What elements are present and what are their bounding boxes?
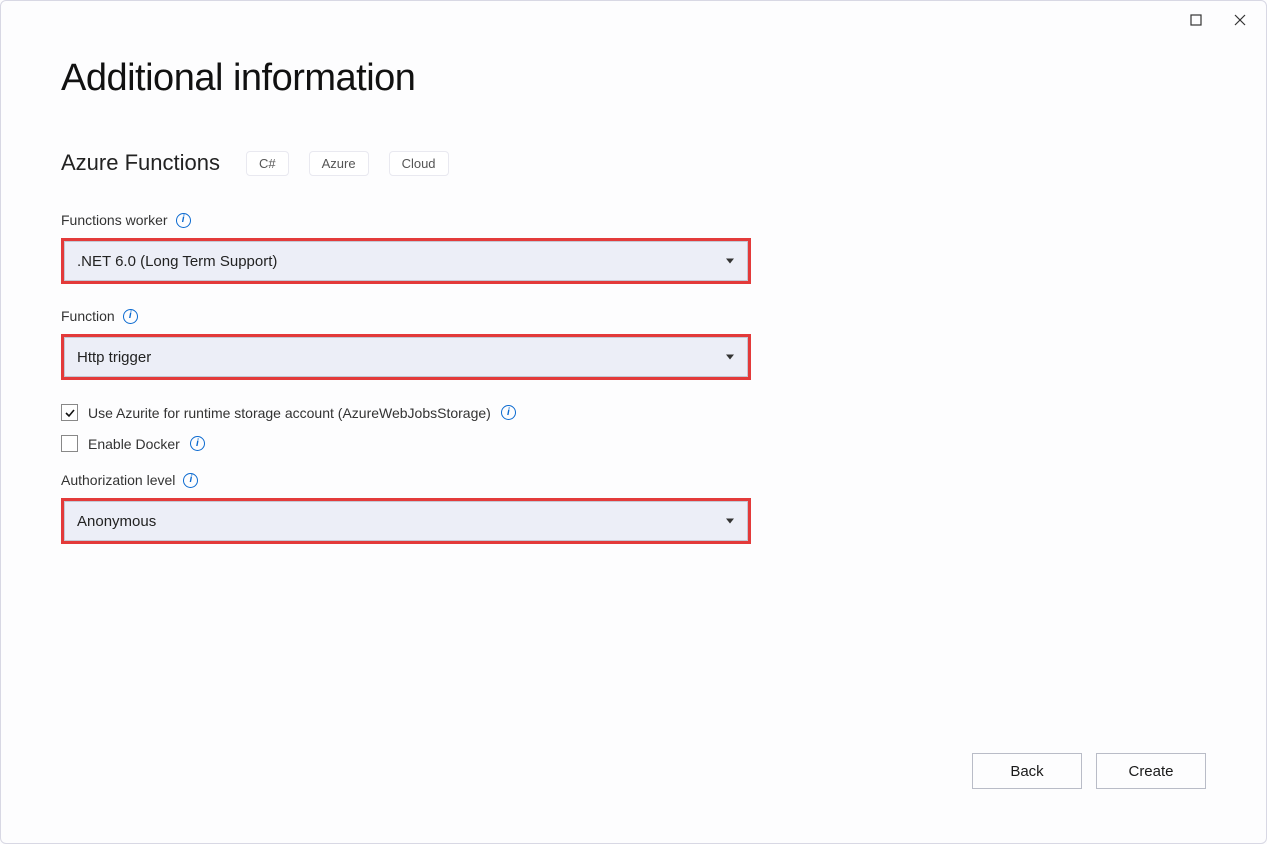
subheader: Azure Functions C# Azure Cloud [61, 150, 1206, 176]
function-select[interactable]: Http trigger [64, 337, 748, 377]
function-label-row: Function i [61, 308, 751, 324]
functions-worker-label: Functions worker [61, 212, 168, 228]
enable-docker-checkbox[interactable] [61, 435, 78, 452]
enable-docker-row: Enable Docker i [61, 435, 751, 452]
use-azurite-label: Use Azurite for runtime storage account … [88, 405, 491, 421]
tag-csharp: C# [246, 151, 289, 176]
function-label: Function [61, 308, 115, 324]
info-icon[interactable]: i [501, 405, 516, 420]
info-icon[interactable]: i [176, 213, 191, 228]
tag-azure: Azure [309, 151, 369, 176]
enable-docker-label: Enable Docker [88, 436, 180, 452]
window-controls [1174, 1, 1266, 35]
function-select-wrap: Http trigger [61, 334, 751, 380]
info-icon[interactable]: i [190, 436, 205, 451]
functions-worker-value: .NET 6.0 (Long Term Support) [77, 253, 277, 270]
functions-worker-label-row: Functions worker i [61, 212, 751, 228]
use-azurite-row: Use Azurite for runtime storage account … [61, 404, 751, 421]
auth-level-label: Authorization level [61, 472, 175, 488]
function-value: Http trigger [77, 349, 151, 366]
maximize-button[interactable] [1174, 5, 1218, 35]
create-button[interactable]: Create [1096, 753, 1206, 789]
info-icon[interactable]: i [183, 473, 198, 488]
auth-level-select-wrap: Anonymous [61, 498, 751, 544]
use-azurite-checkbox[interactable] [61, 404, 78, 421]
page-title: Additional information [61, 57, 1206, 100]
auth-level-label-row: Authorization level i [61, 472, 751, 488]
dialog-content: Additional information Azure Functions C… [1, 1, 1266, 843]
auth-level-select[interactable]: Anonymous [64, 501, 748, 541]
info-icon[interactable]: i [123, 309, 138, 324]
back-button[interactable]: Back [972, 753, 1082, 789]
project-type-label: Azure Functions [61, 150, 220, 176]
close-button[interactable] [1218, 5, 1262, 35]
auth-level-value: Anonymous [77, 513, 156, 530]
tag-cloud: Cloud [389, 151, 449, 176]
form: Functions worker i .NET 6.0 (Long Term S… [61, 212, 751, 568]
maximize-icon [1190, 14, 1202, 26]
functions-worker-select-wrap: .NET 6.0 (Long Term Support) [61, 238, 751, 284]
checkmark-icon [64, 407, 76, 419]
close-icon [1234, 14, 1246, 26]
footer: Back Create [61, 753, 1206, 819]
functions-worker-select[interactable]: .NET 6.0 (Long Term Support) [64, 241, 748, 281]
